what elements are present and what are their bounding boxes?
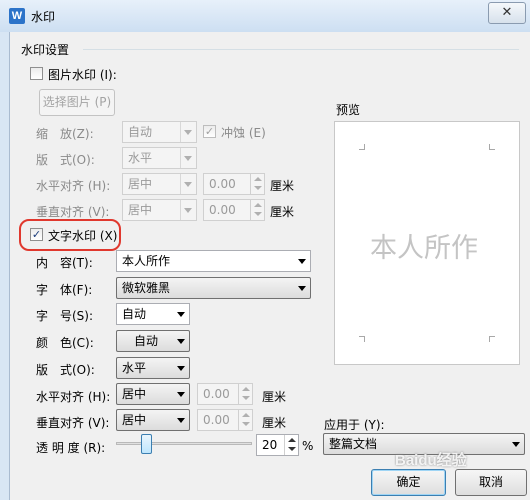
- washout-checkbox[interactable]: ✓: [203, 125, 216, 138]
- text-valign-select[interactable]: 居中: [116, 409, 190, 431]
- color-label: 颜 色(C):: [36, 336, 94, 350]
- scale-select[interactable]: 自动: [122, 121, 197, 143]
- color-select[interactable]: 自动: [116, 330, 190, 352]
- chevron-down-icon: [512, 442, 520, 447]
- chevron-down-icon: [184, 156, 192, 161]
- slider-track: [116, 442, 252, 445]
- title-bar: W 水印 ✕: [0, 0, 530, 32]
- dialog-body: 水印设置 图片水印 (I): 选择图片 (P) 缩 放(Z): 自动 ✓ 冲蚀 …: [9, 32, 530, 500]
- window-title: 水印: [31, 10, 56, 24]
- picture-layout-select[interactable]: 水平: [122, 147, 197, 169]
- text-halign-select[interactable]: 居中: [116, 383, 190, 405]
- group-divider: [83, 49, 519, 50]
- spin-down-icon: [242, 396, 250, 400]
- close-button[interactable]: ✕: [488, 2, 526, 24]
- apply-to-label: 应用于 (Y):: [324, 418, 385, 432]
- text-valign-offset[interactable]: 0.00: [197, 409, 253, 431]
- close-icon: ✕: [501, 5, 513, 20]
- transparency-slider[interactable]: [116, 433, 252, 455]
- picture-halign-select[interactable]: 居中: [122, 173, 197, 195]
- chevron-down-icon: [177, 418, 185, 423]
- spin-up-icon: [254, 203, 262, 207]
- text-valign-label: 垂直对齐 (V):: [36, 416, 110, 430]
- text-watermark-label: 文字水印 (X): [48, 229, 118, 243]
- cancel-button[interactable]: 取消: [455, 469, 527, 496]
- spin-up-icon: [288, 438, 296, 442]
- content-label: 内 容(T):: [36, 256, 93, 270]
- chevron-down-icon: [298, 259, 306, 264]
- page-corner-mark: [359, 144, 365, 150]
- picture-halign-offset[interactable]: 0.00: [203, 173, 265, 195]
- group-title: 水印设置: [21, 43, 70, 57]
- preview-label: 预览: [336, 103, 361, 117]
- chevron-down-icon: [177, 312, 185, 317]
- text-halign-offset[interactable]: 0.00: [197, 383, 253, 405]
- select-picture-button[interactable]: 选择图片 (P): [39, 89, 115, 116]
- text-halign-label: 水平对齐 (H):: [36, 390, 111, 404]
- text-layout-label: 版 式(O):: [36, 363, 95, 377]
- size-select[interactable]: 自动: [116, 303, 190, 325]
- chevron-down-icon: [184, 208, 192, 213]
- scale-label: 缩 放(Z):: [36, 127, 94, 141]
- spin-down-icon: [288, 447, 296, 451]
- picture-watermark-label: 图片水印 (I):: [48, 68, 117, 82]
- spin-down-icon: [254, 212, 262, 216]
- chevron-down-icon: [298, 286, 306, 291]
- picture-valign-label: 垂直对齐 (V):: [36, 205, 110, 219]
- content-input[interactable]: 本人所作: [116, 250, 311, 272]
- preview-watermark-text: 本人所作: [370, 233, 478, 264]
- picture-valign-unit: 厘米: [270, 205, 295, 219]
- picture-halign-label: 水平对齐 (H):: [36, 179, 111, 193]
- washout-label: 冲蚀 (E): [221, 126, 266, 140]
- transparency-label: 透 明 度 (R):: [36, 441, 106, 455]
- text-valign-unit: 厘米: [262, 416, 287, 430]
- spin-up-icon: [242, 387, 250, 391]
- transparency-input[interactable]: 20: [256, 434, 299, 456]
- page-corner-mark: [489, 336, 495, 342]
- chevron-down-icon: [184, 182, 192, 187]
- spin-down-icon: [254, 186, 262, 190]
- chevron-down-icon: [177, 392, 185, 397]
- picture-valign-offset[interactable]: 0.00: [203, 199, 265, 221]
- picture-halign-unit: 厘米: [270, 179, 295, 193]
- picture-watermark-checkbox[interactable]: [30, 67, 43, 80]
- size-label: 字 号(S):: [36, 309, 94, 323]
- text-halign-unit: 厘米: [262, 390, 287, 404]
- page-corner-mark: [489, 144, 495, 150]
- chevron-down-icon: [177, 339, 185, 344]
- picture-valign-select[interactable]: 居中: [122, 199, 197, 221]
- font-select[interactable]: 微软雅黑: [116, 277, 311, 299]
- text-layout-select[interactable]: 水平: [116, 357, 190, 379]
- ok-button[interactable]: 确定: [371, 469, 446, 496]
- picture-layout-label: 版 式(O):: [36, 153, 95, 167]
- text-watermark-checkbox[interactable]: ✓: [30, 228, 43, 241]
- spin-down-icon: [242, 422, 250, 426]
- chevron-down-icon: [177, 366, 185, 371]
- transparency-unit: %: [302, 439, 314, 453]
- spin-up-icon: [254, 177, 262, 181]
- spin-up-icon: [242, 413, 250, 417]
- baidu-jingyan-logo: Baidu经验: [395, 452, 467, 469]
- font-label: 字 体(F):: [36, 283, 93, 297]
- wps-writer-icon: W: [9, 8, 25, 24]
- page-corner-mark: [359, 336, 365, 342]
- slider-thumb[interactable]: [141, 434, 152, 454]
- preview-pane: 本人所作: [334, 121, 520, 365]
- chevron-down-icon: [184, 130, 192, 135]
